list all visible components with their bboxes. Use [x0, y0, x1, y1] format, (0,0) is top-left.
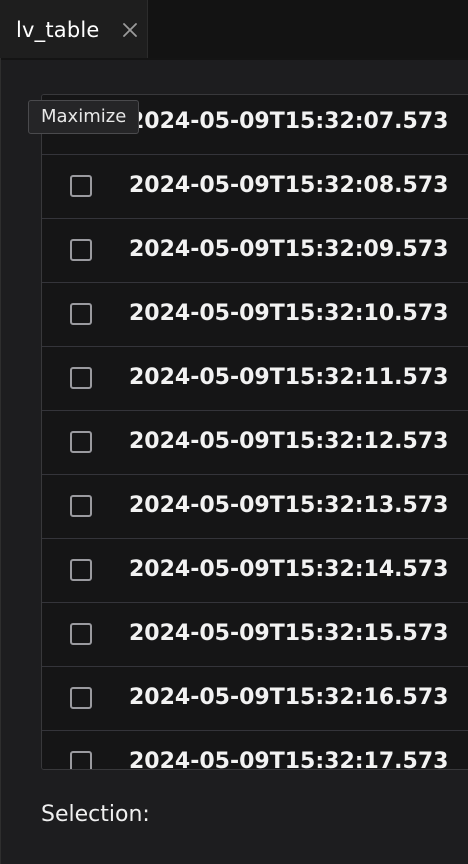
list-scroll-area[interactable]: 2024-05-09T15:32:07.573 2024-05-09T15:32:…	[42, 95, 468, 769]
selection-label: Selection:	[41, 802, 150, 827]
checkbox[interactable]	[70, 303, 92, 325]
list-item-label: 2024-05-09T15:32:11.573	[129, 365, 449, 390]
list-item[interactable]: 2024-05-09T15:32:11.573	[42, 347, 468, 411]
checkbox[interactable]	[70, 751, 92, 769]
checkbox[interactable]	[70, 239, 92, 261]
list-view[interactable]: 2024-05-09T15:32:07.573 2024-05-09T15:32:…	[41, 94, 468, 770]
checkbox[interactable]	[70, 367, 92, 389]
list-item-label: 2024-05-09T15:32:13.573	[129, 493, 449, 518]
checkbox[interactable]	[70, 431, 92, 453]
list-item[interactable]: 2024-05-09T15:32:17.573	[42, 731, 468, 769]
tab-label: lv_table	[16, 18, 100, 42]
tab-lv-table[interactable]: lv_table	[0, 0, 148, 58]
panel-divider	[1, 58, 468, 60]
checkbox[interactable]	[70, 623, 92, 645]
list-item[interactable]: 2024-05-09T15:32:13.573	[42, 475, 468, 539]
list-item[interactable]: 2024-05-09T15:32:14.573	[42, 539, 468, 603]
maximize-tooltip: Maximize	[28, 100, 140, 134]
tab-bar: lv_table	[0, 0, 468, 58]
list-item[interactable]: 2024-05-09T15:32:15.573	[42, 603, 468, 667]
list-item-label: 2024-05-09T15:32:15.573	[129, 621, 449, 646]
list-item-label: 2024-05-09T15:32:12.573	[129, 429, 449, 454]
close-icon[interactable]	[120, 20, 140, 40]
list-item[interactable]: 2024-05-09T15:32:16.573	[42, 667, 468, 731]
list-item-label: 2024-05-09T15:32:14.573	[129, 557, 449, 582]
list-item[interactable]: 2024-05-09T15:32:08.573	[42, 155, 468, 219]
list-item-label: 2024-05-09T15:32:17.573	[129, 749, 449, 769]
list-item[interactable]: 2024-05-09T15:32:09.573	[42, 219, 468, 283]
list-item-label: 2024-05-09T15:32:09.573	[129, 237, 449, 262]
checkbox[interactable]	[70, 559, 92, 581]
list-item[interactable]: 2024-05-09T15:32:10.573	[42, 283, 468, 347]
list-item-label: 2024-05-09T15:32:16.573	[129, 685, 449, 710]
list-item-label: 2024-05-09T15:32:10.573	[129, 301, 449, 326]
list-item-label: 2024-05-09T15:32:08.573	[129, 173, 449, 198]
list-item[interactable]: 2024-05-09T15:32:12.573	[42, 411, 468, 475]
checkbox[interactable]	[70, 495, 92, 517]
list-item-label: 2024-05-09T15:32:07.573	[129, 109, 449, 134]
checkbox[interactable]	[70, 175, 92, 197]
checkbox[interactable]	[70, 687, 92, 709]
lv-table-panel: 2024-05-09T15:32:07.573 2024-05-09T15:32:…	[0, 58, 468, 864]
